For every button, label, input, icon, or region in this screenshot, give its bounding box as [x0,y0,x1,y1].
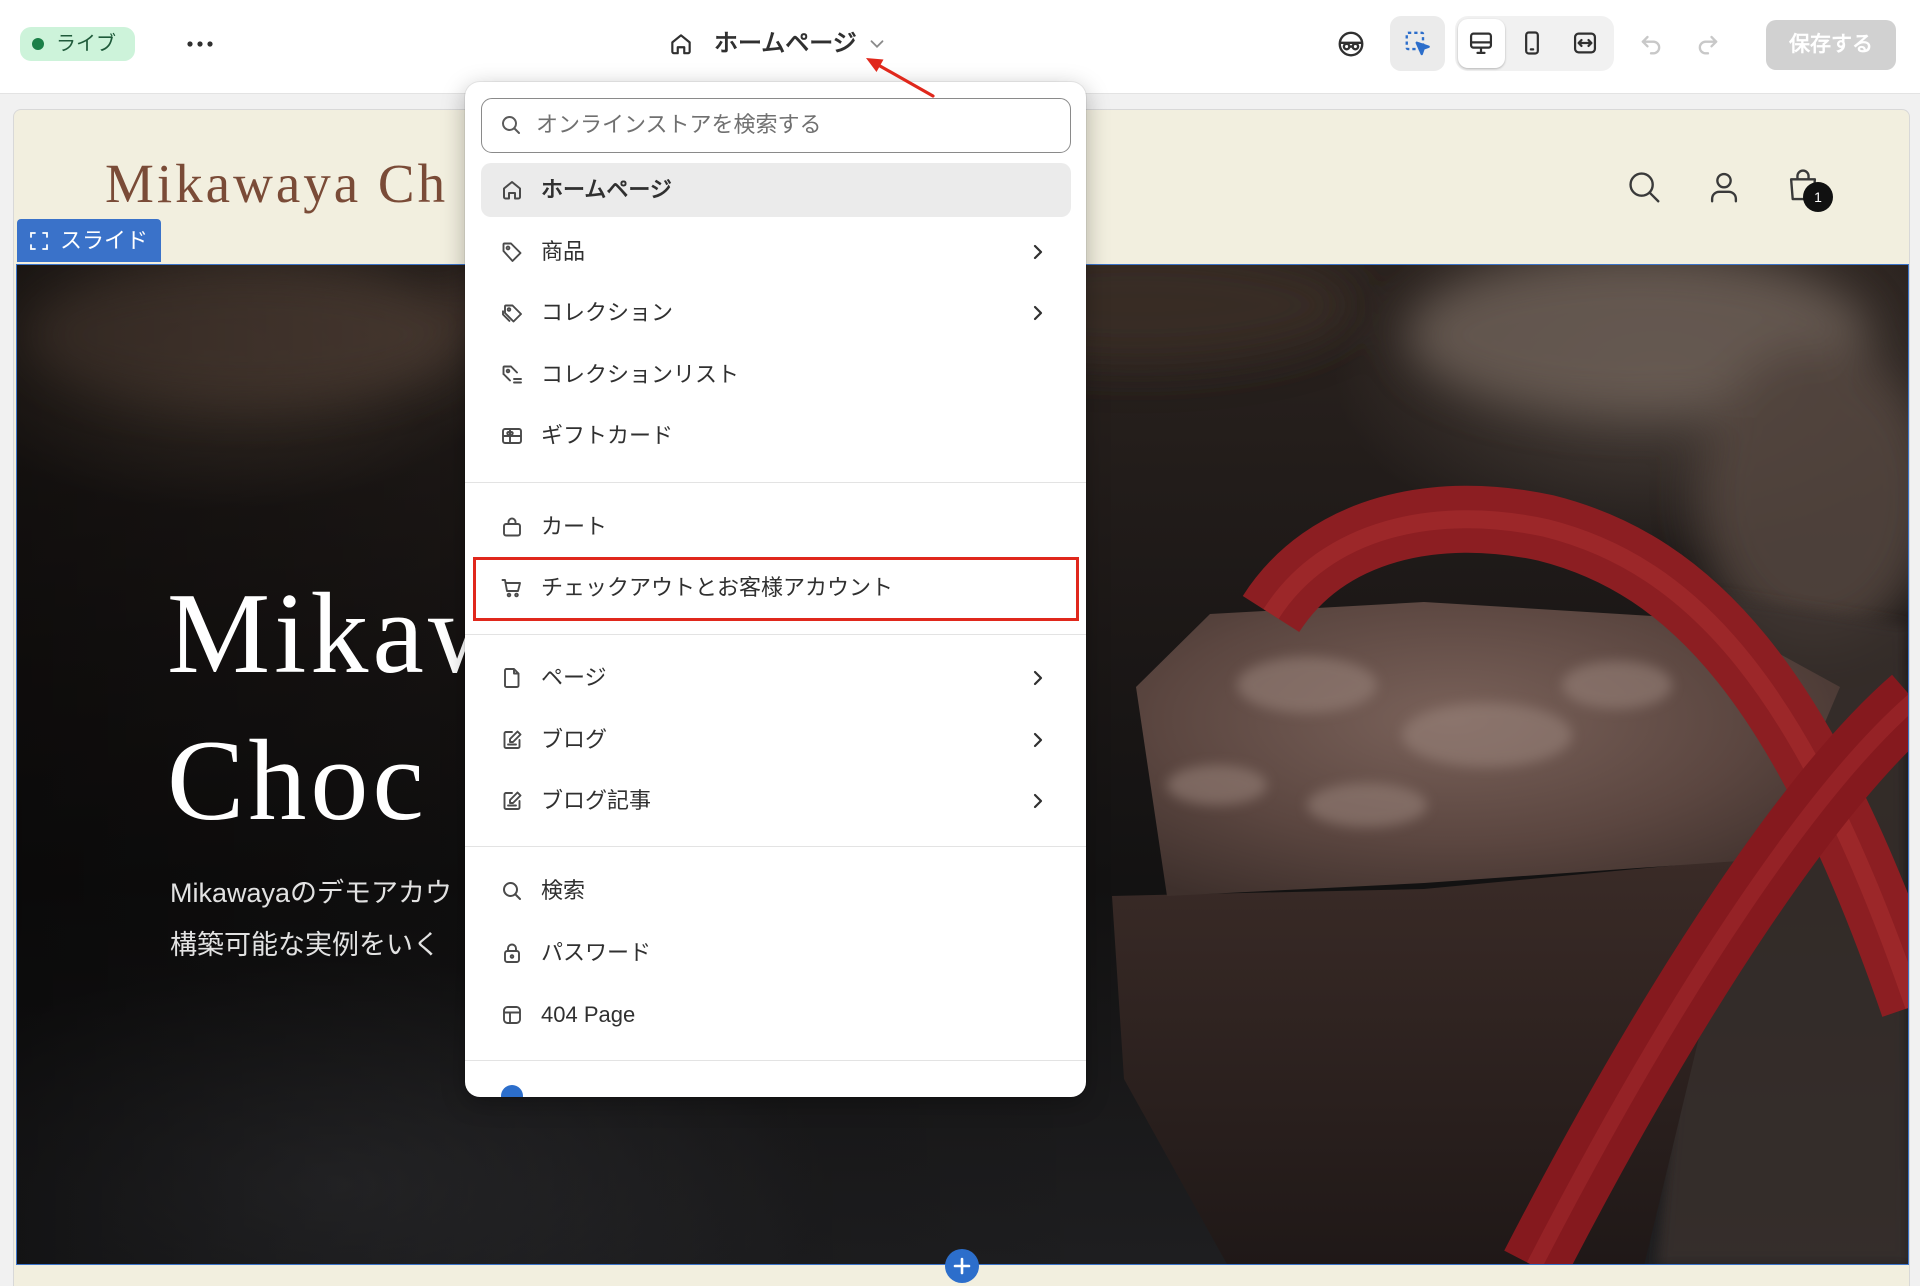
chevron-right-icon [1026,240,1050,264]
menu-item-label: カート [541,514,608,539]
mobile-preview-button[interactable] [1518,29,1548,59]
hero-title-line-2: Choc [167,717,428,845]
section-label: スライド [60,228,149,253]
live-status-badge: ライブ [20,27,135,61]
redo-button[interactable] [1694,30,1724,60]
layout-icon [500,1003,524,1027]
menu-item-label: 404 Page [541,1002,636,1027]
fullwidth-icon [1573,32,1597,54]
fullwidth-preview-button[interactable] [1571,29,1601,59]
menu-item-homepage[interactable]: ホームページ [481,163,1071,217]
menu-item-label: ページ [541,665,607,690]
plus-icon [953,1257,971,1275]
menu-divider [465,846,1086,847]
menu-item-label: パスワード [541,940,652,965]
collection-icon [500,301,524,325]
cart-count-badge: 1 [1803,182,1833,212]
inspector-icon [1403,29,1433,59]
page-icon [500,666,524,690]
menu-item-blog-posts[interactable]: ブログ記事 [481,774,1071,828]
desktop-icon [1467,29,1497,59]
collection-list-icon [500,363,524,387]
chevron-right-icon [1026,301,1050,325]
search-icon [500,879,524,903]
menu-item-label: ブログ [541,727,608,752]
menu-item-label: ギフトカード [541,423,674,448]
chevron-right-icon [1026,666,1050,690]
menu-item-blogs[interactable]: ブログ [481,713,1071,767]
menu-item-collection-list[interactable]: コレクションリスト [481,348,1071,402]
chevron-right-icon [1026,728,1050,752]
menu-item-label: 検索 [541,878,586,903]
incognito-button[interactable] [1336,29,1366,59]
blog-icon [500,728,524,752]
search-icon [1629,172,1660,203]
search-icon [499,113,523,137]
add-section-button[interactable] [945,1249,979,1283]
menu-item-products[interactable]: 商品 [481,225,1071,279]
undo-icon [1641,35,1661,55]
menu-item-gift-card[interactable]: ギフトカード [481,409,1071,463]
store-search-button[interactable] [1625,168,1663,206]
store-search-input[interactable] [536,99,1056,151]
menu-item-pages[interactable]: ページ [481,651,1071,705]
home-icon [668,31,694,57]
hero-text-line-1: Mikawayaのデモアカウ [170,878,453,908]
live-status-dot [32,38,44,50]
redo-icon [1698,35,1718,55]
product-tag-icon [500,240,524,264]
incognito-icon [1338,31,1364,57]
menu-item-search[interactable]: 検索 [481,864,1071,918]
menu-divider [465,634,1086,635]
menu-item-label: ホームページ [541,177,672,202]
menu-divider [465,482,1086,483]
editor-toolbar: ライブ ホームページ 保存する [0,0,1920,94]
menu-item-label: 商品 [541,239,586,264]
mobile-icon [1525,31,1539,55]
store-search-field[interactable] [481,98,1071,153]
bag-icon [500,515,524,539]
menu-divider [465,1060,1086,1061]
menu-item-password[interactable]: パスワード [481,926,1071,980]
store-logo-text[interactable]: Mikawaya Ch [105,156,448,211]
save-button[interactable]: 保存する [1766,20,1896,70]
menu-item-label: コレクションリスト [541,362,740,387]
hero-title-line-1: Mikaw [167,570,516,698]
menu-item-collections[interactable]: コレクション [481,286,1071,340]
create-template-icon [501,1085,523,1097]
home-icon [500,178,524,202]
annotation-arrow [866,58,935,98]
lock-icon [500,941,524,965]
page-selector-label: ホームページ [714,30,857,57]
gift-card-icon [500,424,524,448]
blog-post-icon [500,789,524,813]
chevron-right-icon [1026,789,1050,813]
menu-item-label: コレクション [541,300,674,325]
menu-item-cart[interactable]: カート [481,500,1071,554]
section-select-icon [29,231,49,251]
more-horizontal-icon [187,41,213,47]
live-status-label: ライブ [56,33,116,55]
menu-item-label: ブログ記事 [541,788,652,813]
hero-text-line-2: 構築可能な実例をいく [170,930,440,960]
section-label-tab[interactable]: スライド [17,219,161,262]
undo-button[interactable] [1637,30,1667,60]
menu-item-404-page[interactable]: 404 Page [481,988,1071,1042]
store-account-button[interactable] [1705,168,1743,206]
annotation-highlight-box [473,557,1079,621]
more-actions-button[interactable] [184,30,216,58]
account-icon [1710,172,1738,203]
